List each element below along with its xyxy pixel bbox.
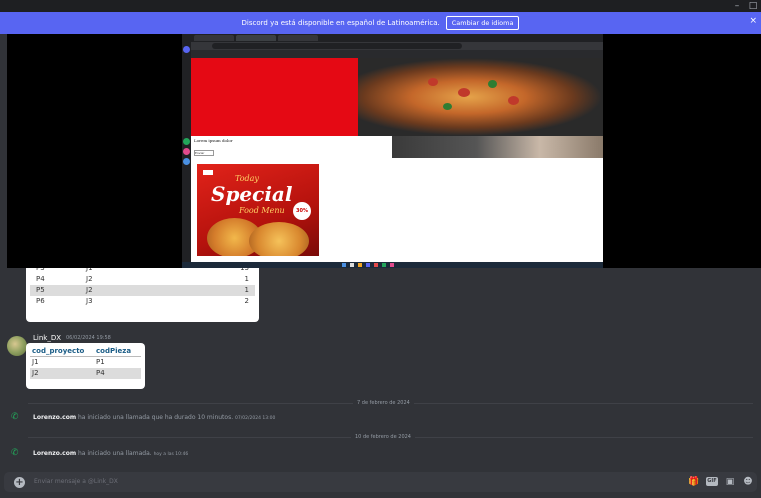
topping [443, 103, 452, 110]
call-timestamp: hoy a las 10:46 [153, 452, 189, 457]
sidebar-app-icon [183, 158, 190, 165]
poster-food-menu: Food Menu [239, 206, 285, 215]
phone-icon: ✆ [11, 412, 19, 422]
result-table: P3 J1 13 P4 J2 1 P5 J2 1 P6 J3 2 [26, 268, 259, 322]
table-cell: J2 [86, 275, 93, 283]
banner-close-icon[interactable]: × [749, 16, 757, 26]
table-cell: P1 [96, 358, 105, 366]
shared-screen: Lorem ipsum dolor Enviar Today Special F… [182, 34, 603, 268]
message-timestamp: 06/02/2024 19:58 [66, 335, 111, 341]
table-cell: P6 [36, 297, 45, 305]
taskbar-icon [374, 263, 378, 267]
sidebar-app-icon [183, 138, 190, 145]
poster-badge: 30% [293, 202, 311, 220]
browser-tab [194, 35, 234, 41]
table-row: J1 P1 [30, 357, 141, 368]
browser-sidebar [182, 42, 191, 262]
call-text: ha iniciado una llamada que ha durado 10… [76, 414, 236, 421]
screen-share-stream[interactable]: Lorem ipsum dolor Enviar Today Special F… [7, 34, 761, 268]
red-panel [191, 58, 358, 136]
table-cell: P4 [36, 275, 45, 283]
browser-bookmarks-bar [182, 50, 603, 58]
poster-logo [203, 170, 213, 175]
minimize-button[interactable]: – [730, 0, 744, 12]
call-user[interactable]: Lorenzo.com [33, 450, 76, 457]
table-cell: J3 [86, 297, 93, 305]
browser-tabs [182, 34, 603, 42]
topping [508, 96, 519, 105]
message-table: cod_proyecto codPieza J1 P1 J2 P4 [26, 343, 145, 389]
taskbar-icon [342, 263, 346, 267]
call-text: ha iniciado una llamada. [76, 450, 154, 457]
gif-icon[interactable]: GIF [706, 477, 718, 486]
table-header: cod_proyecto codPieza [30, 346, 141, 357]
table-cell: J2 [32, 369, 39, 377]
call-user[interactable]: Lorenzo.com [33, 414, 76, 421]
message-username[interactable]: Link_DX [33, 334, 61, 342]
poster-special: Special [211, 182, 293, 206]
browser-tab [236, 35, 276, 41]
taskbar-icon [350, 263, 354, 267]
page-input: Enviar [194, 150, 214, 156]
window-titlebar: – □ [0, 0, 761, 12]
table-cell: J2 [86, 286, 93, 294]
taskbar-icon [390, 263, 394, 267]
topping [458, 88, 470, 97]
special-menu-poster: Today Special Food Menu 30% [197, 164, 319, 256]
gift-icon[interactable]: 🎁 [688, 476, 700, 488]
poster-pizza [249, 222, 309, 256]
browser-tab [278, 35, 318, 41]
phone-icon: ✆ [11, 448, 19, 458]
call-timestamp: 07/02/2024 13:00 [235, 416, 276, 421]
table-cell: P4 [96, 369, 105, 377]
message-composer[interactable]: + Enviar mensaje a @Link_DX 🎁 GIF ▣ ☻ [4, 472, 757, 492]
date-divider-label: 10 de febrero de 2024 [351, 434, 415, 440]
topping [488, 80, 497, 88]
taskbar-icon [366, 263, 370, 267]
topping [428, 78, 438, 86]
sidebar-app-icon [183, 148, 190, 155]
table-header-cell: codPieza [96, 347, 132, 355]
date-divider-label: 7 de febrero de 2024 [353, 400, 414, 406]
table-cell: 1 [244, 286, 249, 294]
message-input[interactable]: Enviar mensaje a @Link_DX [34, 478, 118, 485]
pizza-photo-bottom [392, 136, 603, 158]
maximize-button[interactable]: □ [746, 0, 760, 12]
table-row: J2 P4 [30, 368, 141, 379]
table-row: P6 J3 2 [30, 296, 255, 307]
language-banner: Discord ya está disponible en español de… [0, 12, 761, 34]
avatar[interactable] [7, 336, 27, 356]
table-row: P4 J2 1 [30, 274, 255, 285]
emoji-icon[interactable]: ☻ [742, 476, 754, 488]
pizza-photo [358, 58, 603, 136]
table-cell: P5 [36, 286, 45, 294]
sidebar-app-icon [183, 46, 190, 53]
taskbar-icon [382, 263, 386, 267]
table-cell: 2 [244, 297, 249, 305]
sticker-icon[interactable]: ▣ [724, 476, 736, 488]
banner-message: Discord ya está disponible en español de… [241, 19, 440, 27]
table-cell: 1 [244, 275, 249, 283]
call-message: Lorenzo.com ha iniciado una llamada. hoy… [33, 450, 188, 457]
browser-url-bar [212, 43, 462, 49]
plus-icon[interactable]: + [14, 477, 25, 488]
taskbar-icon [358, 263, 362, 267]
table-cell: J1 [32, 358, 39, 366]
table-header-cell: cod_proyecto [32, 347, 85, 355]
table-row: P5 J2 1 [30, 285, 255, 296]
change-language-button[interactable]: Cambiar de idioma [445, 16, 520, 30]
call-message: Lorenzo.com ha iniciado una llamada que … [33, 414, 275, 421]
page-text: Lorem ipsum dolor [194, 138, 233, 143]
